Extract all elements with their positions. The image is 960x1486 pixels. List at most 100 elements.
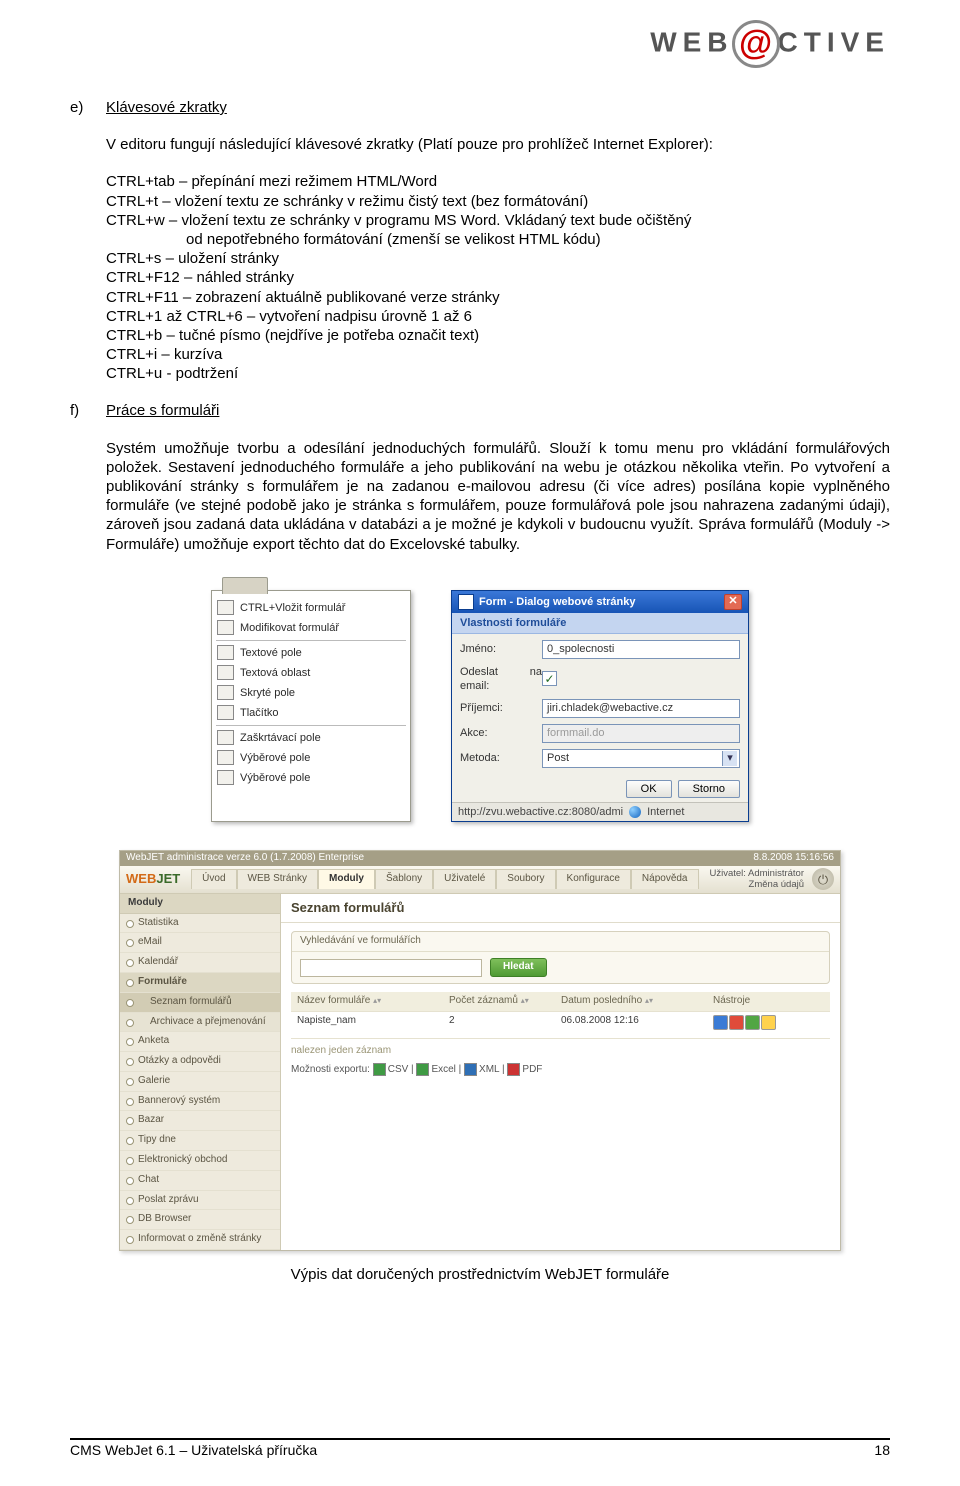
export-excel[interactable]: Excel xyxy=(431,1064,455,1075)
export-icon-csv[interactable] xyxy=(373,1063,386,1076)
col-name[interactable]: Název formuláře xyxy=(297,995,370,1006)
dialog-section-title: Vlastnosti formuláře xyxy=(452,613,748,634)
sidebar-item[interactable]: Formuláře xyxy=(120,973,280,993)
sidebar-item[interactable]: eMail xyxy=(120,933,280,953)
sidebar-item[interactable]: Bannerový systém xyxy=(120,1092,280,1112)
status-url: http://zvu.webactive.cz:8080/admi xyxy=(458,805,623,819)
lbl-rcpt: Příjemci: xyxy=(460,701,542,715)
list-marker-f: f) xyxy=(70,401,106,571)
menu-item-label: Textové pole xyxy=(240,647,302,659)
menu-item-icon xyxy=(217,600,234,615)
found-text: nalezen jeden záznam xyxy=(291,1043,830,1064)
menu-item-icon xyxy=(217,665,234,680)
admin-tab[interactable]: Úvod xyxy=(191,869,236,889)
checkbox-send-email[interactable]: ✓ xyxy=(542,671,557,686)
context-menu-item[interactable]: Tlačítko xyxy=(212,703,410,723)
tool-icon-3[interactable] xyxy=(745,1015,760,1030)
col-date[interactable]: Datum posledního xyxy=(561,995,642,1006)
input-action: formmail.do xyxy=(542,724,740,743)
menu-item-icon xyxy=(217,685,234,700)
export-options: Možnosti exportu: CSV | Excel | XML | PD… xyxy=(291,1063,830,1077)
sidebar-item[interactable]: Kalendář xyxy=(120,953,280,973)
sidebar-item[interactable]: Informovat o změně stránky xyxy=(120,1230,280,1250)
col-count[interactable]: Počet záznamů xyxy=(449,995,518,1006)
search-button[interactable]: Hledat xyxy=(490,958,547,977)
export-pdf[interactable]: PDF xyxy=(522,1064,542,1075)
sidebar-item[interactable]: DB Browser xyxy=(120,1210,280,1230)
context-menu-item[interactable]: Textová oblast xyxy=(212,663,410,683)
screenshot-context-menu: CTRL+Vložit formulář Modifikovat formulář… xyxy=(211,590,411,822)
admin-tab[interactable]: Soubory xyxy=(496,869,555,889)
footer-title: CMS WebJet 6.1 – Uživatelská příručka xyxy=(70,1442,317,1458)
lbl-method: Metoda: xyxy=(460,751,542,765)
section-e-title: Klávesové zkratky xyxy=(106,98,890,117)
figure-caption: Výpis dat doručených prostřednictvím Web… xyxy=(70,1265,890,1284)
input-recipients[interactable]: jiri.chladek@webactive.cz xyxy=(542,699,740,718)
sidebar-item[interactable]: Statistika xyxy=(120,914,280,934)
context-menu-item[interactable]: Výběrové pole xyxy=(212,748,410,768)
context-menu-item[interactable]: Zaškrtávací pole xyxy=(212,728,410,748)
sidebar-item[interactable]: Anketa xyxy=(120,1032,280,1052)
export-csv[interactable]: CSV xyxy=(388,1064,409,1075)
admin-datetime: 8.8.2008 15:16:56 xyxy=(753,852,834,865)
sidebar-item[interactable]: Elektronický obchod xyxy=(120,1151,280,1171)
context-menu-item[interactable]: CTRL+Vložit formulář xyxy=(212,598,410,618)
ok-button[interactable]: OK xyxy=(626,780,672,798)
admin-tab[interactable]: Moduly xyxy=(318,869,375,889)
row-name[interactable]: Napiste_nam xyxy=(291,1012,443,1038)
input-name[interactable]: 0_spolecnosti xyxy=(542,640,740,659)
sidebar-subitem[interactable]: Archivace a přejmenování xyxy=(120,1013,280,1033)
menu-item-label: CTRL+Vložit formulář xyxy=(240,602,345,614)
dialog-app-icon xyxy=(458,594,474,610)
power-icon[interactable]: ⏻ xyxy=(812,868,834,890)
export-icon-pdf[interactable] xyxy=(507,1063,520,1076)
menu-item-icon xyxy=(217,620,234,635)
context-menu-item[interactable]: Skryté pole xyxy=(212,683,410,703)
sidebar-item[interactable]: Poslat zprávu xyxy=(120,1191,280,1211)
context-menu-item[interactable]: Výběrové pole xyxy=(212,768,410,788)
row-count: 2 xyxy=(443,1012,555,1038)
close-icon[interactable]: ✕ xyxy=(724,594,742,610)
admin-tab[interactable]: Nápověda xyxy=(631,869,699,889)
admin-tab[interactable]: Konfigurace xyxy=(556,869,631,889)
menu-item-label: Tlačítko xyxy=(240,707,279,719)
context-menu-item[interactable]: Modifikovat formulář xyxy=(212,618,410,638)
search-box: Vyhledávání ve formulářích Hledat xyxy=(291,931,830,984)
context-menu-item[interactable]: Textové pole xyxy=(212,643,410,663)
select-method[interactable]: Post xyxy=(542,749,740,768)
sidebar-item[interactable]: Galerie xyxy=(120,1072,280,1092)
admin-main-title: Seznam formulářů xyxy=(281,894,840,924)
admin-tab[interactable]: Šablony xyxy=(375,869,433,889)
menu-item-icon xyxy=(217,750,234,765)
search-input[interactable] xyxy=(300,959,482,977)
context-menu-list: CTRL+Vložit formulář Modifikovat formulář… xyxy=(212,595,410,792)
lbl-name: Jméno: xyxy=(460,642,542,656)
sidebar-item[interactable]: Bazar xyxy=(120,1111,280,1131)
export-icon-xml[interactable] xyxy=(464,1063,477,1076)
menu-item-label: Výběrové pole xyxy=(240,752,310,764)
dialog-title: Form - Dialog webové stránky xyxy=(479,595,635,609)
sidebar-item[interactable]: Otázky a odpovědi xyxy=(120,1052,280,1072)
menu-item-label: Skryté pole xyxy=(240,687,295,699)
admin-user-line1: Uživatel: Administrátor xyxy=(709,868,804,879)
at-icon xyxy=(732,20,780,68)
menu-item-label: Výběrové pole xyxy=(240,772,310,784)
shortcuts-after: CTRL+s – uložení stránky CTRL+F12 – náhl… xyxy=(106,249,890,383)
tool-icon-4[interactable] xyxy=(761,1015,776,1030)
sidebar-subitem[interactable]: Seznam formulářů xyxy=(120,993,280,1013)
sidebar-item[interactable]: Chat xyxy=(120,1171,280,1191)
sidebar-item[interactable]: Tipy dne xyxy=(120,1131,280,1151)
admin-tab[interactable]: Uživatelé xyxy=(433,869,496,889)
tool-icon-2[interactable] xyxy=(729,1015,744,1030)
admin-user-line2[interactable]: Změna údajů xyxy=(709,879,804,890)
admin-tab[interactable]: WEB Stránky xyxy=(237,869,318,889)
export-xml[interactable]: XML xyxy=(479,1064,499,1075)
cancel-button[interactable]: Storno xyxy=(678,780,740,798)
tool-icon-1[interactable] xyxy=(713,1015,728,1030)
export-label: Možnosti exportu: xyxy=(291,1064,370,1075)
lbl-action: Akce: xyxy=(460,726,542,740)
export-icon-excel[interactable] xyxy=(416,1063,429,1076)
admin-sidebar-list: StatistikaeMailKalendářFormulářeSeznam f… xyxy=(120,914,280,1251)
brand-left: WEB xyxy=(650,26,733,57)
admin-brand: WEBJET xyxy=(126,871,180,888)
